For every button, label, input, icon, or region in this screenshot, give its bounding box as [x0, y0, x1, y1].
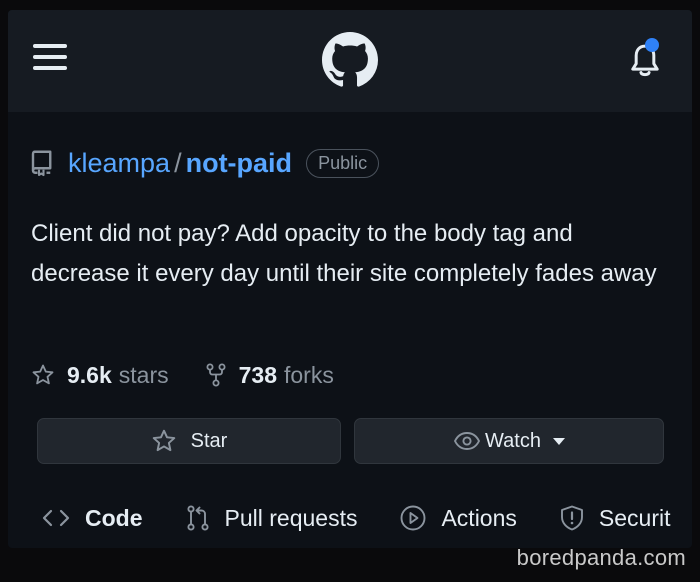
fork-icon	[206, 363, 226, 387]
repo-path-separator: /	[174, 147, 182, 178]
repo-tabs: Code Pull requests Actions Securit	[41, 500, 692, 536]
tab-actions[interactable]: Actions	[399, 504, 517, 532]
code-icon	[42, 509, 70, 527]
forks-count: 738	[238, 361, 277, 388]
tab-security-label: Securit	[598, 504, 671, 531]
app-frame: kleampa / not-paid Public Client did not…	[8, 10, 692, 548]
notification-dot	[645, 38, 659, 52]
star-icon	[152, 429, 175, 452]
hamburger-menu-icon[interactable]	[33, 42, 69, 72]
watermark-text: boredpanda.com	[516, 545, 686, 570]
repo-description: Client did not pay? Add opacity to the b…	[31, 220, 657, 287]
star-button-label: Star	[190, 429, 228, 452]
tab-pull-requests[interactable]: Pull requests	[185, 504, 358, 532]
github-logo-icon[interactable]	[322, 32, 378, 88]
eye-icon	[453, 432, 481, 450]
repo-icon	[31, 150, 52, 177]
star-icon	[32, 364, 54, 385]
pull-request-icon	[186, 505, 209, 531]
repo-owner-link[interactable]: kleampa	[68, 148, 170, 179]
tab-actions-label: Actions	[441, 504, 517, 531]
tab-code[interactable]: Code	[41, 505, 143, 532]
forks-label: forks	[283, 361, 334, 388]
forks-stat[interactable]: 738 forks	[205, 362, 334, 389]
play-icon	[401, 505, 426, 531]
repo-stats: 9.6k stars 738 forks	[31, 360, 334, 390]
watch-button[interactable]: Watch	[354, 418, 664, 464]
visibility-badge: Public	[306, 148, 380, 178]
tab-pull-requests-label: Pull requests	[224, 504, 358, 531]
stars-stat[interactable]: 9.6k stars	[31, 362, 169, 389]
stars-count: 9.6k	[67, 361, 112, 388]
chevron-down-icon	[552, 437, 565, 445]
top-bar	[8, 10, 692, 112]
repo-header: kleampa / not-paid Public	[30, 146, 380, 180]
watch-button-label: Watch	[485, 429, 541, 452]
shield-icon	[560, 505, 583, 531]
stars-label: stars	[118, 361, 169, 388]
tab-code-label: Code	[85, 504, 143, 531]
repo-name-link[interactable]: not-paid	[186, 148, 292, 179]
tab-security[interactable]: Securit	[559, 504, 671, 532]
star-button[interactable]: Star	[37, 418, 341, 464]
